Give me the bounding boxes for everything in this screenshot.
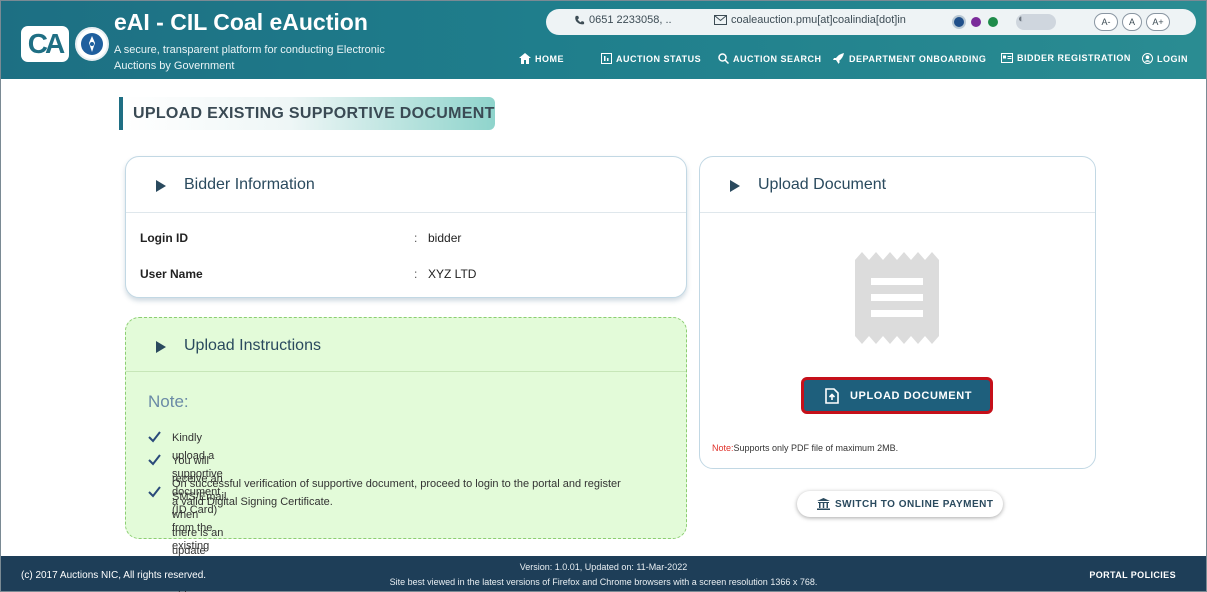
instruction-item: On successful verification of supportive… bbox=[148, 475, 678, 513]
document-placeholder-icon bbox=[855, 252, 939, 344]
bank-icon bbox=[817, 498, 830, 510]
login-id-separator: : bbox=[414, 231, 418, 245]
phone-icon bbox=[575, 15, 585, 24]
check-icon bbox=[148, 454, 161, 466]
upload-button-label: UPLOAD DOCUMENT bbox=[850, 390, 973, 402]
status-icon bbox=[601, 53, 612, 64]
note-prefix: Note: bbox=[712, 443, 734, 453]
nav-home[interactable]: HOME bbox=[519, 53, 564, 67]
instruction-item-continued: a valid Digital Signing Certificate. bbox=[172, 496, 333, 508]
contrast-icon: ◐ bbox=[1018, 13, 1025, 25]
file-upload-icon bbox=[825, 388, 839, 404]
font-decrease-button[interactable]: A- bbox=[1094, 13, 1118, 31]
user-name-value: XYZ LTD bbox=[428, 267, 477, 281]
expand-arrow-icon bbox=[156, 341, 166, 353]
check-icon bbox=[148, 486, 161, 498]
nav-login[interactable]: LOGIN bbox=[1142, 53, 1188, 67]
theme-purple-dot[interactable] bbox=[971, 17, 981, 27]
header-bar: CA eAI - CIL Coal eAuction A secure, tra… bbox=[1, 1, 1206, 79]
contrast-toggle[interactable]: ◐ bbox=[1016, 13, 1056, 30]
upload-document-button[interactable]: UPLOAD DOCUMENT bbox=[801, 377, 993, 414]
upload-document-title: Upload Document bbox=[758, 176, 887, 193]
email-contact[interactable]: coaleauction.pmu[at]coalindia[dot]in bbox=[714, 14, 906, 26]
upload-instructions-card: Upload Instructions Note: Kindly upload … bbox=[125, 317, 687, 592]
note-title: Note: bbox=[148, 392, 189, 411]
user-name-label: User Name bbox=[140, 267, 203, 281]
font-increase-button[interactable]: A+ bbox=[1146, 13, 1170, 31]
user-icon bbox=[1142, 53, 1153, 64]
nav-auction-search[interactable]: AUCTION SEARCH bbox=[718, 53, 822, 67]
upload-document-header[interactable]: Upload Document bbox=[700, 157, 1095, 213]
bidder-information-header[interactable]: Bidder Information bbox=[126, 157, 686, 213]
site-logo[interactable]: CA bbox=[21, 26, 69, 62]
footer-version: Version: 1.0.01, Updated on: 11-Mar-2022 bbox=[519, 562, 688, 572]
id-card-icon bbox=[1001, 53, 1013, 63]
expand-arrow-icon bbox=[730, 180, 740, 192]
theme-green-dot[interactable] bbox=[988, 17, 998, 27]
upload-document-card: Upload Document UPLOAD DOCUMENT Note:Sup… bbox=[699, 156, 1096, 469]
switch-button-label: SWITCH TO ONLINE PAYMENT bbox=[835, 499, 994, 510]
expand-arrow-icon bbox=[156, 180, 166, 192]
note-text: Supports only PDF file of maximum 2MB. bbox=[733, 443, 899, 453]
home-icon bbox=[519, 53, 531, 64]
nav-bidder-registration[interactable]: BIDDER REGISTRATION bbox=[1001, 53, 1131, 67]
user-name-separator: : bbox=[414, 267, 418, 281]
bidder-information-title: Bidder Information bbox=[184, 176, 315, 193]
footer-browser-note: Site best viewed in the latest versions … bbox=[389, 577, 818, 587]
upload-instructions-title: Upload Instructions bbox=[184, 337, 321, 354]
switch-to-online-payment-button[interactable]: SWITCH TO ONLINE PAYMENT bbox=[797, 491, 1003, 517]
footer-portal-policies-link[interactable]: PORTAL POLICIES bbox=[1089, 570, 1176, 580]
page-title: UPLOAD EXISTING SUPPORTIVE DOCUMENT bbox=[119, 97, 495, 130]
bidder-information-card: Bidder Information Login ID : bidder Use… bbox=[125, 156, 687, 298]
nav-department-onboarding[interactable]: DEPARTMENT ONBOARDING bbox=[833, 53, 986, 67]
email-address: coaleauction.pmu[at]coalindia[dot]in bbox=[731, 14, 906, 26]
site-subtitle: A secure, transparent platform for condu… bbox=[114, 44, 385, 72]
mail-icon bbox=[714, 15, 727, 26]
upload-note: Note:Supports only PDF file of maximum 2… bbox=[712, 443, 898, 453]
font-normal-button[interactable]: A bbox=[1122, 13, 1142, 31]
upload-instructions-header[interactable]: Upload Instructions bbox=[126, 318, 686, 372]
search-icon bbox=[718, 53, 730, 65]
phone-contact[interactable]: 0651 2233058, .. bbox=[574, 14, 672, 26]
site-title: eAI - CIL Coal eAuction bbox=[114, 9, 368, 35]
contact-bar: 0651 2233058, .. coaleauction.pmu[at]coa… bbox=[546, 9, 1196, 35]
nav-auction-status[interactable]: AUCTION STATUS bbox=[601, 53, 701, 67]
check-icon bbox=[148, 431, 161, 443]
rocket-icon bbox=[833, 53, 844, 64]
coal-india-seal-icon bbox=[75, 27, 109, 61]
login-id-label: Login ID bbox=[140, 231, 188, 245]
footer-bar: (c) 2017 Auctions NIC, All rights reserv… bbox=[1, 556, 1206, 591]
phone-number: 0651 2233058, .. bbox=[589, 14, 672, 26]
theme-blue-dot[interactable] bbox=[954, 17, 964, 27]
login-id-value: bidder bbox=[428, 231, 462, 245]
